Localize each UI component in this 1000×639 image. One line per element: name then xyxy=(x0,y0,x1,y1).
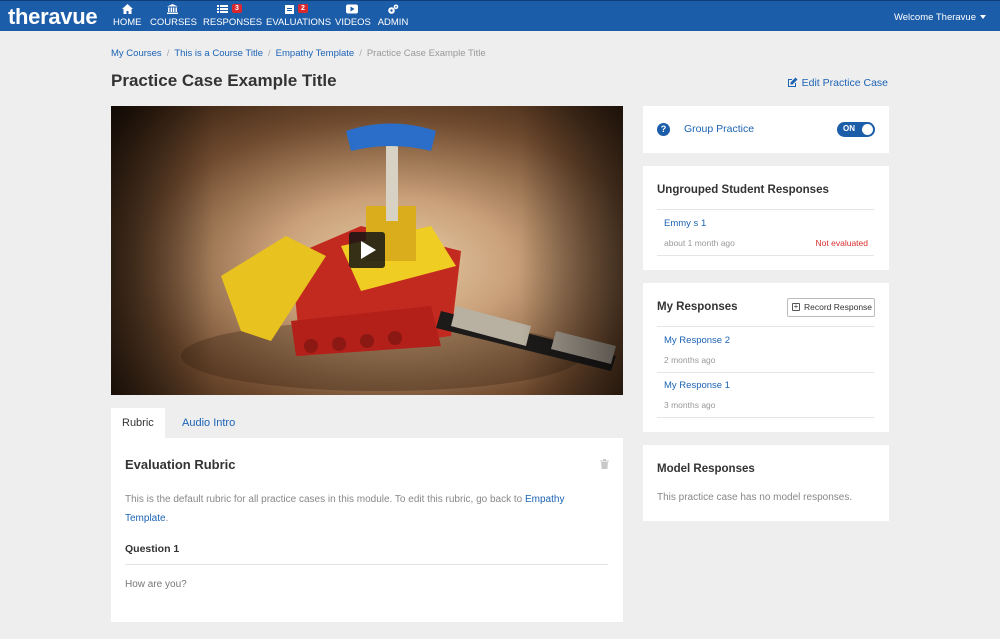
divider xyxy=(657,417,874,418)
response-link[interactable]: Emmy s 1 xyxy=(664,218,706,229)
ungrouped-responses-card: Ungrouped Student Responses Emmy s 1 abo… xyxy=(643,166,889,270)
card-title: Model Responses xyxy=(657,463,755,475)
response-link[interactable]: My Response 1 xyxy=(664,380,730,391)
group-practice-card: ? Group Practice ON xyxy=(643,106,889,153)
clipboard-icon: 2 xyxy=(266,4,327,17)
response-link[interactable]: My Response 2 xyxy=(664,335,730,346)
breadcrumb-separator: / xyxy=(166,48,170,59)
welcome-text: Welcome Theravue xyxy=(893,12,976,23)
breadcrumb-separator: / xyxy=(359,48,362,59)
breadcrumb-separator: / xyxy=(268,48,271,59)
play-button[interactable] xyxy=(349,232,385,268)
question-circle-icon: ? xyxy=(657,123,670,136)
nav-label: HOME xyxy=(113,17,142,28)
status-badge: Not evaluated xyxy=(815,238,868,248)
divider xyxy=(657,209,874,210)
toggle-knob xyxy=(862,124,873,135)
divider xyxy=(657,372,874,373)
card-title: My Responses xyxy=(657,301,738,313)
rubric-panel: Evaluation Rubric This is the default ru… xyxy=(111,438,623,622)
nav-admin[interactable]: ADMIN xyxy=(377,4,409,30)
divider xyxy=(125,564,608,565)
evaluations-badge: 2 xyxy=(298,4,308,13)
play-icon xyxy=(335,4,369,17)
tab-audio-intro[interactable]: Audio Intro xyxy=(171,408,246,438)
top-nav: theravue HOME COURSES 3 RESPONSES 2 EVAL… xyxy=(0,0,1000,31)
card-title: Ungrouped Student Responses xyxy=(657,184,829,196)
video-player[interactable] xyxy=(111,106,623,395)
empty-state-text: This practice case has no model response… xyxy=(657,492,853,503)
nav-label: VIDEOS xyxy=(335,17,371,28)
response-time: about 1 month ago xyxy=(664,238,735,248)
list-icon: 3 xyxy=(203,4,257,17)
group-practice-label: Group Practice xyxy=(684,123,755,135)
question-text: How are you? xyxy=(125,579,187,590)
caret-down-icon xyxy=(980,15,986,20)
responses-badge: 3 xyxy=(232,4,242,13)
response-time: 2 months ago xyxy=(664,355,716,365)
response-time: 3 months ago xyxy=(664,400,716,410)
gears-icon xyxy=(377,4,409,17)
group-practice-toggle[interactable]: ON xyxy=(837,122,875,137)
nav-label: ADMIN xyxy=(377,17,409,28)
rubric-title: Evaluation Rubric xyxy=(125,457,236,472)
model-responses-card: Model Responses This practice case has n… xyxy=(643,445,889,521)
play-icon xyxy=(361,241,376,259)
my-responses-card: My Responses + Record Response My Respons… xyxy=(643,283,889,432)
breadcrumb-link[interactable]: Empathy Template xyxy=(276,48,355,59)
edit-label: Edit Practice Case xyxy=(801,77,888,89)
logo[interactable]: theravue xyxy=(8,4,98,30)
toggle-label: ON xyxy=(843,124,855,133)
rubric-description-text: This is the default rubric for all pract… xyxy=(125,494,525,505)
trash-icon xyxy=(600,459,609,469)
question-label: Question 1 xyxy=(125,543,180,555)
nav-label: RESPONSES xyxy=(203,17,263,28)
record-response-button[interactable]: + Record Response xyxy=(787,298,875,317)
tab-rubric[interactable]: Rubric xyxy=(111,408,165,438)
nav-responses[interactable]: 3 RESPONSES xyxy=(203,4,263,30)
user-menu[interactable]: Welcome Theravue xyxy=(894,12,986,23)
home-icon xyxy=(113,4,141,17)
divider xyxy=(657,326,874,327)
divider xyxy=(657,255,874,256)
nav-courses[interactable]: COURSES xyxy=(150,4,197,30)
plus-square-icon: + xyxy=(792,302,800,311)
breadcrumb-current: Practice Case Example Title xyxy=(366,48,486,59)
edit-icon xyxy=(787,77,798,87)
rubric-description-end: . xyxy=(165,513,169,524)
breadcrumb: My Courses / This is a Course Title / Empath… xyxy=(111,48,486,59)
nav-label: COURSES xyxy=(150,17,197,28)
breadcrumb-link[interactable]: This is a Course Title xyxy=(174,48,263,59)
nav-evaluations[interactable]: 2 EVALUATIONS xyxy=(266,4,332,30)
institution-icon xyxy=(150,4,194,17)
record-label: Record Response xyxy=(804,302,873,312)
nav-label: EVALUATIONS xyxy=(266,17,332,28)
nav-videos[interactable]: VIDEOS xyxy=(335,4,371,30)
breadcrumb-link[interactable]: My Courses xyxy=(111,48,162,59)
page-title: Practice Case Example Title xyxy=(111,71,337,90)
edit-practice-case-link[interactable]: Edit Practice Case xyxy=(787,77,888,89)
rubric-description: This is the default rubric for all pract… xyxy=(125,490,595,528)
delete-button[interactable] xyxy=(600,456,609,474)
nav-home[interactable]: HOME xyxy=(113,4,142,30)
